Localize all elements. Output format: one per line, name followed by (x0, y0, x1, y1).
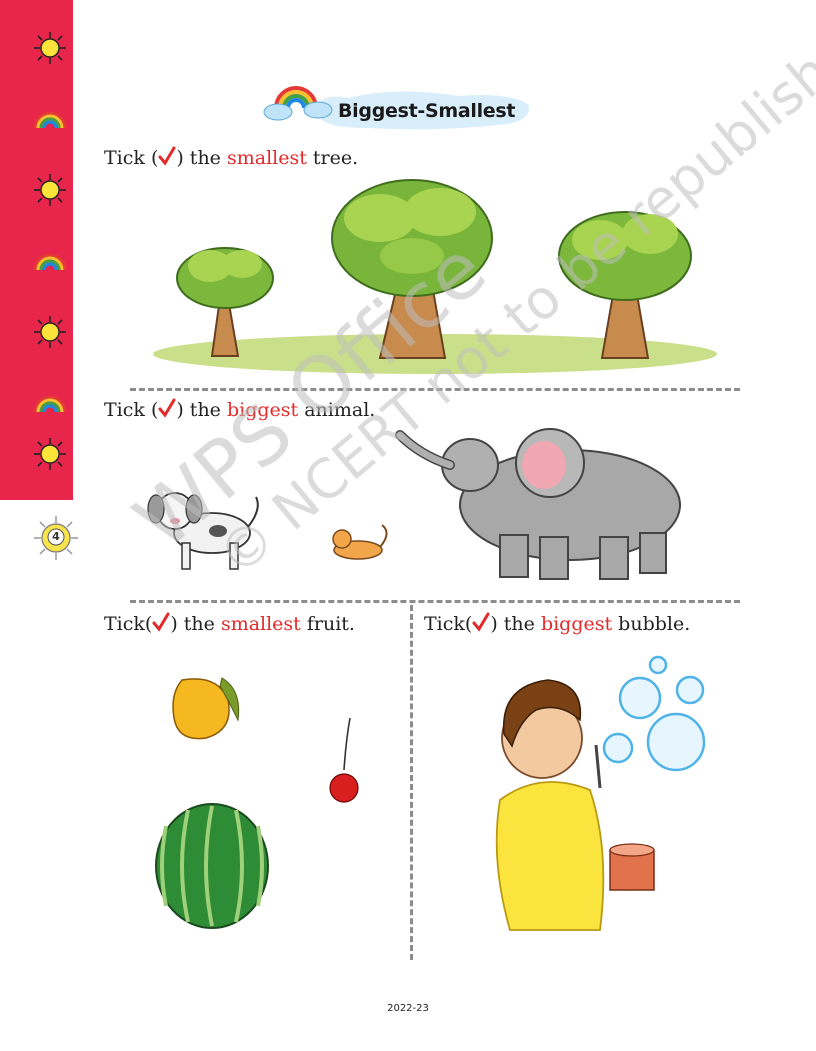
tick-icon (152, 612, 170, 632)
sun-icon (34, 32, 66, 64)
page-title: Biggest-Smallest (338, 100, 516, 122)
instruction-keyword: biggest (540, 613, 613, 635)
big-tree[interactable] (331, 179, 493, 359)
fruits-illustration (155, 677, 359, 929)
bubble[interactable] (675, 675, 705, 705)
cat[interactable] (332, 524, 388, 560)
cherry[interactable] (329, 717, 359, 803)
section-divider (130, 388, 740, 391)
sun-icon (34, 174, 66, 206)
sun-icon (34, 316, 66, 348)
instruction-text: Tick ( (104, 147, 159, 169)
side-decoration-band (0, 0, 73, 500)
section-divider (130, 600, 740, 603)
instruction-text: ) the (170, 613, 221, 635)
page-number-badge: 4 (30, 514, 82, 562)
tick-icon (158, 146, 176, 166)
column-divider (410, 605, 413, 960)
bubble[interactable] (646, 712, 706, 772)
trees-illustration (153, 179, 717, 374)
instruction-keyword: smallest (220, 613, 301, 635)
instruction-trees: Tick ( ) the smallest tree. (104, 146, 358, 169)
sun-icon (34, 438, 66, 470)
title-banner: Biggest-Smallest (258, 72, 533, 134)
dog[interactable] (147, 492, 259, 570)
rainbow-icon (33, 253, 67, 271)
instruction-bubbles: Tick( ) the biggest bubble. (424, 612, 690, 635)
boy (495, 679, 655, 931)
mango[interactable] (172, 677, 240, 740)
instruction-fruits: Tick( ) the smallest fruit. (104, 612, 355, 635)
instruction-text: tree. (306, 147, 359, 169)
instruction-text: ) the (176, 147, 227, 169)
bubbles-illustration (495, 655, 706, 931)
bubbles (602, 655, 706, 772)
instruction-keyword: smallest (226, 147, 307, 169)
instruction-text: ) the (490, 613, 541, 635)
page-number: 4 (52, 530, 60, 543)
rainbow-icon (33, 111, 67, 129)
page-footer: 2022-23 (387, 1003, 429, 1014)
instruction-text: Tick( (424, 613, 473, 635)
tick-icon (472, 612, 490, 632)
medium-tree[interactable] (558, 211, 692, 359)
bubble[interactable] (602, 732, 634, 764)
elephant[interactable] (395, 428, 681, 580)
instruction-text: fruit. (300, 613, 355, 635)
animals-illustration (147, 428, 681, 580)
instruction-text: bubble. (612, 613, 691, 635)
instruction-text: Tick( (104, 613, 153, 635)
rainbow-icon (33, 395, 67, 413)
bubble[interactable] (648, 655, 668, 675)
bubble[interactable] (618, 676, 662, 720)
watermelon[interactable] (155, 803, 269, 929)
